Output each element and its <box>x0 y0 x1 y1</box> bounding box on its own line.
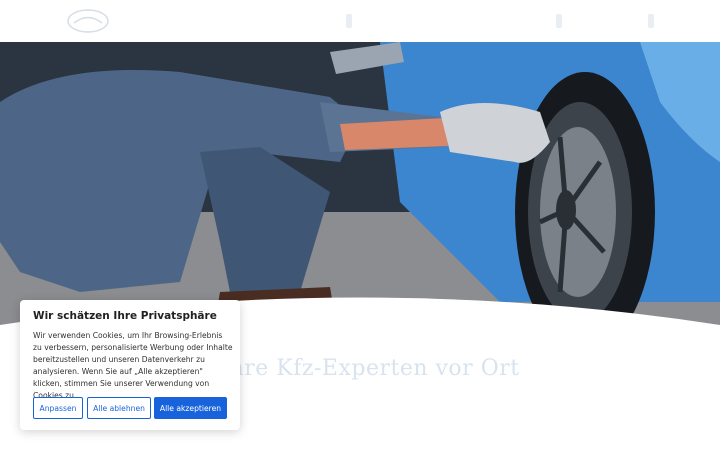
nav-item[interactable] <box>346 14 352 28</box>
cookie-banner-title: Wir schätzen Ihre Privatsphäre <box>33 310 217 322</box>
hero-headline: Ihre Kfz-Experten vor Ort <box>220 356 520 381</box>
reject-all-button[interactable]: Alle ablehnen <box>87 397 151 419</box>
nav-item[interactable] <box>648 14 654 28</box>
site-header <box>0 0 720 42</box>
hero-image <box>0 42 720 332</box>
cookie-banner-text: Wir verwenden Cookies, um Ihr Browsing-E… <box>33 331 233 400</box>
nav-item[interactable] <box>556 14 562 28</box>
logo-icon[interactable] <box>64 6 112 36</box>
accept-all-button[interactable]: Alle akzeptieren <box>154 397 227 419</box>
mechanic-tire-photo-icon <box>0 42 720 332</box>
cookie-consent-banner: Wir schätzen Ihre Privatsphäre Wir verwe… <box>20 300 240 430</box>
customize-button[interactable]: Anpassen <box>33 397 83 419</box>
